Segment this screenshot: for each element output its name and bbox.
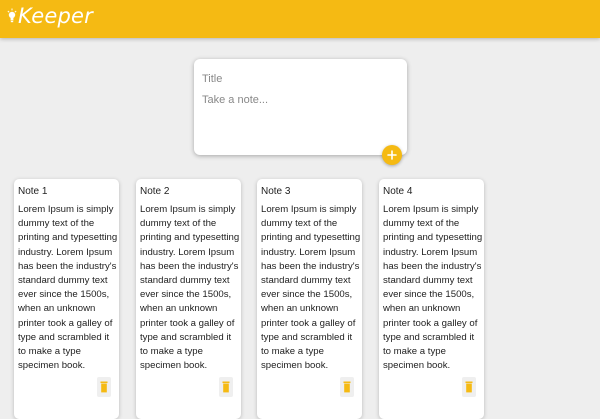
trash-icon (100, 381, 108, 393)
delete-note-button[interactable] (462, 377, 476, 397)
note-card: Note 3 Lorem Ipsum is simply dummy text … (257, 179, 362, 419)
plus-icon (387, 150, 397, 160)
trash-icon (465, 381, 473, 393)
note-content: Lorem Ipsum is simply dummy text of the … (18, 204, 118, 372)
lightbulb-icon (7, 8, 17, 23)
note-content: Lorem Ipsum is simply dummy text of the … (140, 204, 240, 372)
note-title: Note 4 (383, 186, 413, 197)
create-note-form (194, 59, 407, 155)
note-title-input[interactable] (202, 72, 392, 86)
trash-icon (343, 381, 351, 393)
note-title: Note 3 (261, 186, 291, 197)
delete-note-button[interactable] (340, 377, 354, 397)
note-card: Note 1 Lorem Ipsum is simply dummy text … (14, 179, 119, 419)
note-card: Note 4 Lorem Ipsum is simply dummy text … (379, 179, 484, 419)
app-logo: Keeper (7, 4, 93, 28)
note-card: Note 2 Lorem Ipsum is simply dummy text … (136, 179, 241, 419)
note-content-input[interactable] (202, 94, 392, 108)
trash-icon (222, 381, 230, 393)
note-content: Lorem Ipsum is simply dummy text of the … (383, 204, 483, 372)
note-title: Note 1 (18, 186, 48, 197)
note-content: Lorem Ipsum is simply dummy text of the … (261, 204, 361, 372)
add-note-button[interactable] (382, 145, 402, 165)
delete-note-button[interactable] (219, 377, 233, 397)
app-header: Keeper (0, 0, 600, 38)
note-title: Note 2 (140, 186, 170, 197)
app-title: Keeper (18, 4, 93, 28)
delete-note-button[interactable] (97, 377, 111, 397)
